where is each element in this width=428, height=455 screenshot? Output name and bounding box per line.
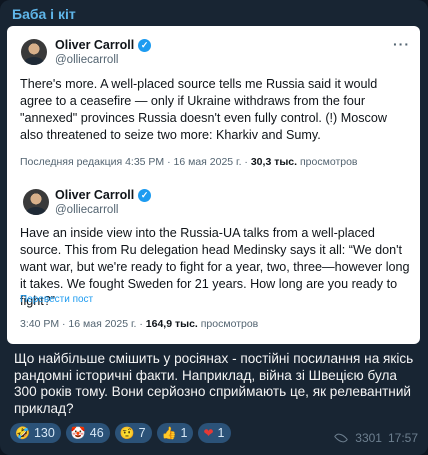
channel-name[interactable]: Баба і кіт [12, 6, 76, 22]
view-count: 3301 [355, 431, 382, 445]
reaction-count: 1 [180, 426, 188, 440]
tweet-views-count: 30,3 тыс. [250, 156, 298, 168]
reaction-count: 7 [138, 426, 146, 440]
message-bubble: Баба і кіт Oliver Carroll ✓ @olliecarrol… [0, 0, 428, 455]
heart-emoji-icon: ❤ [203, 426, 214, 440]
reaction-rofl[interactable]: 🤣 130 [10, 423, 61, 443]
reaction-count: 46 [89, 426, 104, 440]
message-time: 17:57 [387, 431, 418, 445]
quoted-author-avatar [23, 189, 49, 215]
tweet-text: There's more. A well-placed source tells… [20, 77, 387, 142]
reaction-clown[interactable]: 🤡 46 [65, 423, 110, 443]
author-name-row: Oliver Carroll ✓ [55, 38, 152, 52]
rofl-emoji-icon: 🤣 [15, 426, 30, 440]
more-options-icon: ··· [393, 36, 410, 52]
quoted-author-name-row: Oliver Carroll ✓ [55, 188, 152, 202]
author-handle: @olliecarroll [55, 54, 119, 66]
thumbs-up-emoji-icon: 👍 [161, 426, 177, 440]
tweet-timestamp: Последняя редакция 4:35 PM · 16 мая 2025… [20, 156, 251, 168]
translate-post-link[interactable]: Перевести пост [20, 294, 93, 305]
reaction-thumbs-up[interactable]: 👍 1 [156, 423, 194, 443]
verified-badge-icon: ✓ [138, 38, 152, 52]
tweet-screenshot[interactable]: Oliver Carroll ✓ @olliecarroll ··· There… [7, 26, 420, 344]
quoted-verified-badge-icon: ✓ [138, 188, 152, 202]
tweet-meta: Последняя редакция 4:35 PM · 16 мая 2025… [20, 156, 358, 168]
eye-icon [334, 430, 349, 446]
clown-emoji-icon: 🤡 [70, 426, 86, 440]
tweet-views-label: просмотров [297, 156, 358, 168]
quoted-tweet-views-count: 164,9 тыс. [145, 318, 198, 330]
reaction-count: 130 [33, 426, 55, 440]
quoted-tweet-timestamp: 3:40 PM · 16 мая 2025 г. · [20, 318, 146, 330]
author-avatar [21, 39, 47, 65]
raised-eyebrow-emoji-icon: 🤨 [119, 426, 135, 440]
message-footer: 3301 17:57 [334, 430, 418, 446]
quoted-tweet-meta: 3:40 PM · 16 мая 2025 г. · 164,9 тыс. пр… [20, 318, 258, 330]
reaction-count: 1 [217, 426, 225, 440]
quoted-author-handle: @olliecarroll [55, 204, 119, 216]
message-text: Що найбільше смішить у росіянах - постій… [14, 351, 414, 416]
reactions-bar: 🤣 130 🤡 46 🤨 7 👍 1 ❤ 1 [10, 423, 231, 443]
quoted-author-name: Oliver Carroll [55, 188, 135, 202]
reaction-heart[interactable]: ❤ 1 [198, 423, 231, 443]
reaction-raised-eyebrow[interactable]: 🤨 7 [114, 423, 152, 443]
author-name: Oliver Carroll [55, 38, 135, 52]
quoted-tweet-views-label: просмотров [197, 318, 259, 330]
